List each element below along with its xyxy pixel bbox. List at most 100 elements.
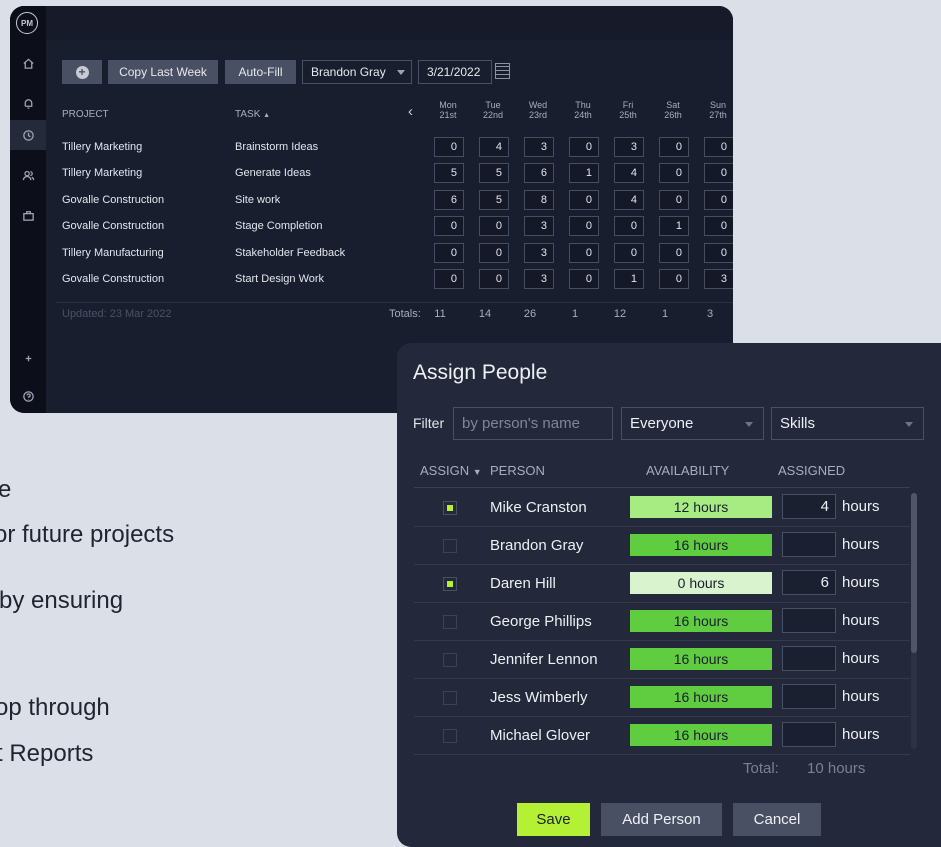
day-date: 21st [439,110,457,120]
date-field[interactable]: 3/21/2022 [418,60,492,84]
bell-icon[interactable] [10,88,46,118]
scrollbar-thumb[interactable] [911,493,917,653]
home-icon[interactable] [10,48,46,78]
hours-input[interactable]: 0 [434,269,464,289]
assigned-hours-input[interactable] [782,684,836,709]
pm-logo[interactable]: PM [16,12,38,34]
hours-input[interactable]: 0 [434,243,464,263]
hours-input[interactable]: 4 [614,190,644,210]
day-name: Sat [666,100,680,110]
hours-input[interactable]: 1 [569,163,599,183]
auto-fill-button[interactable]: Auto-Fill [225,60,296,84]
hours-input[interactable]: 0 [704,243,733,263]
assigned-hours-input[interactable] [782,532,836,557]
hours-input[interactable]: 0 [569,269,599,289]
hours-input[interactable]: 3 [614,137,644,157]
task-column-header[interactable]: TASK ▲ [235,109,270,120]
hours-input[interactable]: 0 [704,163,733,183]
project-name: Govalle Construction [62,220,165,232]
hours-input[interactable]: 0 [659,269,689,289]
hours-input[interactable]: 0 [479,243,509,263]
assign-checkbox[interactable] [443,691,457,705]
cancel-button[interactable]: Cancel [733,803,821,836]
calendar-icon[interactable] [495,63,510,79]
assigned-column-header[interactable]: ASSIGNED [778,463,845,478]
hours-input[interactable]: 5 [479,190,509,210]
availability-column-header[interactable]: AVAILABILITY [646,463,729,478]
hours-input[interactable]: 0 [659,243,689,263]
person-select[interactable]: Brandon Gray [302,60,412,84]
totals-label: Totals: [389,308,421,320]
add-button[interactable]: + [62,60,102,84]
hours-input[interactable]: 5 [434,163,464,183]
help-icon[interactable] [10,381,46,411]
availability-badge: 16 hours [630,534,772,556]
hours-input[interactable]: 0 [614,243,644,263]
assigned-hours-input[interactable] [782,608,836,633]
hours-unit-label: hours [842,726,880,743]
assign-checkbox[interactable] [443,729,457,743]
people-icon[interactable] [10,160,46,190]
day-date: 22nd [482,110,504,120]
chevron-down-icon [745,422,753,427]
day-total: 1 [571,308,579,320]
day-column-header: Tue 22nd [475,100,511,120]
hours-input[interactable]: 3 [524,216,554,236]
clock-icon[interactable] [10,120,46,150]
day-date: 23rd [528,110,547,120]
project-name: Tillery Manufacturing [62,247,164,259]
project-column-header[interactable]: PROJECT [62,109,109,120]
save-button[interactable]: Save [517,803,590,836]
hours-input[interactable]: 0 [704,137,733,157]
group-select[interactable]: Everyone [621,407,764,440]
hours-input[interactable]: 0 [569,190,599,210]
assign-checkbox[interactable] [443,615,457,629]
hours-input[interactable]: 3 [524,137,554,157]
hours-input[interactable]: 4 [614,163,644,183]
hours-input[interactable]: 0 [659,190,689,210]
hours-input[interactable]: 3 [524,243,554,263]
hours-input[interactable]: 0 [569,137,599,157]
hours-input[interactable]: 0 [434,137,464,157]
chevron-left-icon[interactable]: ‹ [408,103,413,120]
hours-input[interactable]: 8 [524,190,554,210]
hours-input[interactable]: 0 [659,163,689,183]
assign-checkbox[interactable] [443,653,457,667]
hours-input[interactable]: 0 [569,243,599,263]
day-name: Thu [575,100,591,110]
hours-input[interactable]: 6 [524,163,554,183]
assigned-hours-input[interactable]: 6 [782,570,836,595]
person-name-filter-input[interactable]: by person's name [453,407,613,440]
assign-checkbox[interactable] [443,577,457,591]
hours-input[interactable]: 1 [659,216,689,236]
briefcase-icon[interactable] [10,200,46,230]
assigned-hours-input[interactable] [782,722,836,747]
hours-input[interactable]: 6 [434,190,464,210]
availability-badge: 16 hours [630,724,772,746]
day-column-header: Sat 26th [655,100,691,120]
skills-select[interactable]: Skills [771,407,924,440]
assigned-hours-input[interactable]: 4 [782,494,836,519]
hours-input[interactable]: 0 [659,137,689,157]
assign-column-header[interactable]: ASSIGN ▼ [420,463,482,478]
hours-input[interactable]: 3 [524,269,554,289]
assign-checkbox[interactable] [443,501,457,515]
hours-input[interactable]: 3 [704,269,733,289]
copy-last-week-button[interactable]: Copy Last Week [108,60,218,84]
hours-unit-label: hours [842,498,880,515]
hours-input[interactable]: 4 [479,137,509,157]
assign-checkbox[interactable] [443,539,457,553]
hours-input[interactable]: 0 [569,216,599,236]
plus-icon[interactable] [10,343,46,373]
person-column-header[interactable]: PERSON [490,463,545,478]
hours-input[interactable]: 5 [479,163,509,183]
hours-input[interactable]: 0 [479,269,509,289]
hours-input[interactable]: 0 [434,216,464,236]
add-person-button[interactable]: Add Person [601,803,722,836]
hours-input[interactable]: 0 [704,190,733,210]
hours-input[interactable]: 0 [704,216,733,236]
hours-input[interactable]: 0 [479,216,509,236]
hours-input[interactable]: 0 [614,216,644,236]
hours-input[interactable]: 1 [614,269,644,289]
assigned-hours-input[interactable] [782,646,836,671]
